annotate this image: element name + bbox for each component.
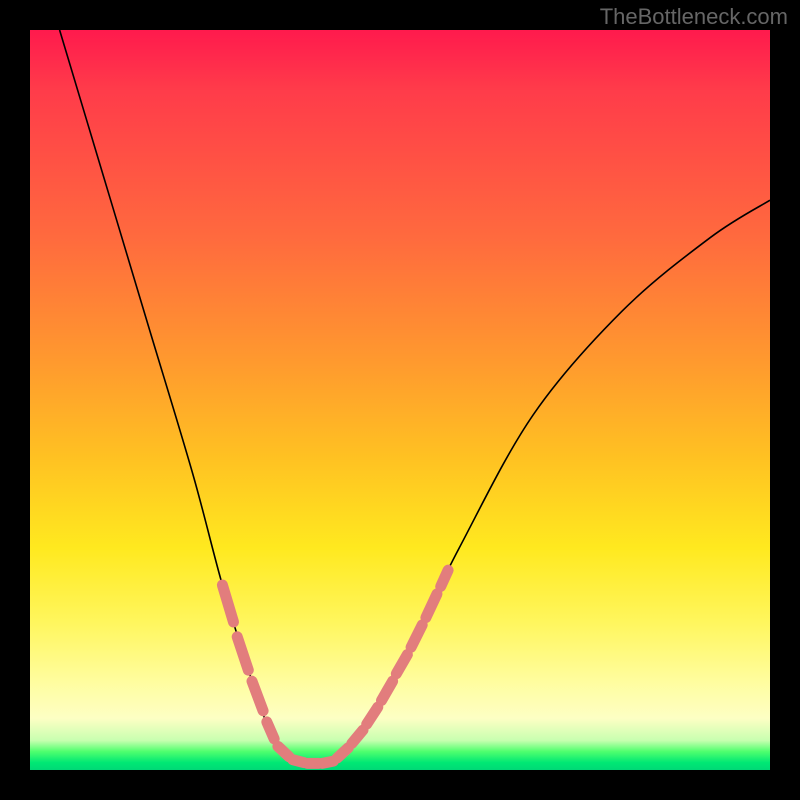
highlight-dash [411,625,422,647]
chart-container: TheBottleneck.com [0,0,800,800]
plot-area [30,30,770,770]
highlight-dashes [222,570,448,763]
highlight-dash [337,748,348,758]
curve-svg [30,30,770,770]
highlight-dash [252,681,263,711]
watermark-text: TheBottleneck.com [600,4,788,30]
highlight-dash [367,707,378,724]
highlight-dash [278,746,289,756]
highlight-dash [267,722,274,739]
highlight-dash [396,655,407,674]
highlight-dash [382,681,393,700]
highlight-dash [441,570,448,586]
bottleneck-curve [60,30,770,765]
highlight-dash [426,594,437,618]
highlight-dash [322,761,333,763]
highlight-dash [222,585,233,622]
highlight-dash [352,730,363,743]
highlight-dash [237,637,248,670]
